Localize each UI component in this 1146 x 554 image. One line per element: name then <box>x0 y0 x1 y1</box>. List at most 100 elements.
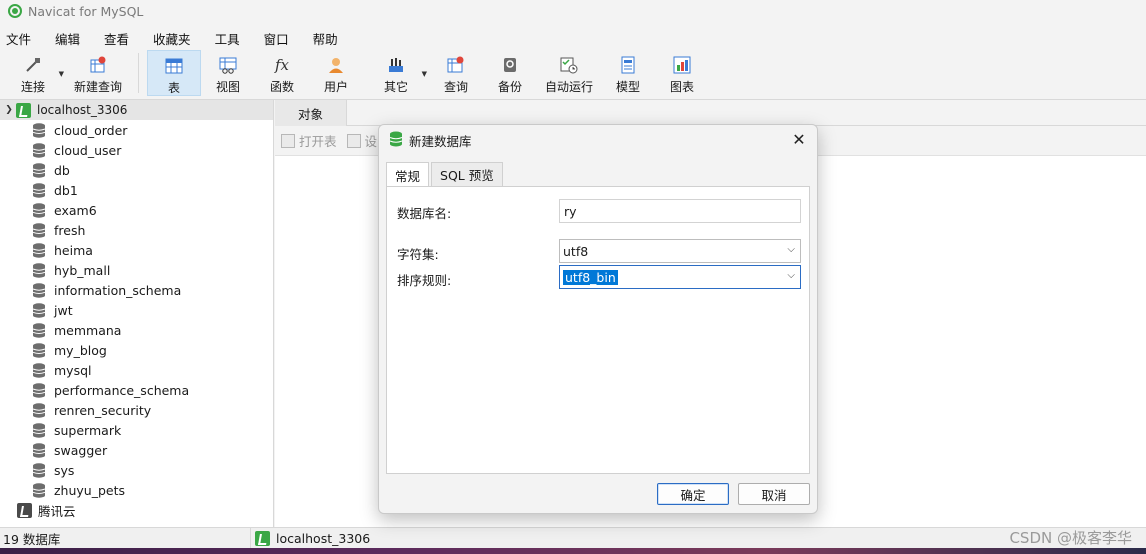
chevron-down-icon[interactable]: ❯ <box>2 105 16 115</box>
function-label: 函数 <box>269 80 294 94</box>
menu-window[interactable]: 窗口 <box>264 29 289 48</box>
design-table-icon <box>346 133 361 148</box>
design-table-button[interactable]: 设 <box>346 131 378 150</box>
tab-sql-preview[interactable]: SQL 预览 <box>431 162 503 186</box>
database-icon <box>32 322 46 338</box>
backup-button[interactable]: 备份 <box>483 50 537 96</box>
database-item[interactable]: cloud_user <box>0 140 273 160</box>
toolbar-separator <box>138 53 139 93</box>
database-icon <box>32 282 46 298</box>
database-count: 19 数据库 <box>3 531 61 547</box>
automation-icon <box>560 56 578 74</box>
tab-objects[interactable]: 对象 <box>275 100 347 126</box>
model-icon <box>619 56 637 74</box>
watermark: CSDN @极客李华 <box>1009 529 1132 547</box>
charset-select[interactable]: utf8 ⌵ <box>559 239 801 263</box>
user-icon <box>327 56 345 74</box>
collation-select[interactable]: utf8_bin ⌵ <box>559 265 801 289</box>
database-label: sys <box>54 462 75 478</box>
database-item[interactable]: mysql <box>0 360 273 380</box>
close-icon[interactable]: ✕ <box>789 130 809 150</box>
other-button[interactable]: 其它 ▼ <box>369 50 427 96</box>
design-table-label: 设 <box>364 134 378 149</box>
database-item[interactable]: swagger <box>0 440 273 460</box>
tab-general[interactable]: 常规 <box>386 162 430 187</box>
view-icon <box>219 56 237 74</box>
database-item[interactable]: cloud_order <box>0 120 273 140</box>
database-item[interactable]: hyb_mall <box>0 260 273 280</box>
database-icon <box>32 342 46 358</box>
database-label: db <box>54 162 70 178</box>
dialog-title: 新建数据库 <box>409 133 472 149</box>
navicat-logo-icon <box>8 4 22 18</box>
database-icon <box>32 382 46 398</box>
mysql-connection-icon <box>255 530 270 546</box>
database-item[interactable]: fresh <box>0 220 273 240</box>
database-item[interactable]: heima <box>0 240 273 260</box>
cancel-button[interactable]: 取消 <box>738 483 810 505</box>
user-label: 用户 <box>323 80 348 94</box>
database-icon <box>32 202 46 218</box>
general-panel: 数据库名: ry 字符集: utf8 ⌵ 排序规则: utf8_bin ⌵ <box>386 186 810 474</box>
database-item[interactable]: exam6 <box>0 200 273 220</box>
ok-button[interactable]: 确定 <box>657 483 729 505</box>
database-item[interactable]: renren_security <box>0 400 273 420</box>
database-item[interactable]: performance_schema <box>0 380 273 400</box>
query-button[interactable]: 查询 <box>429 50 483 96</box>
database-label: renren_security <box>54 402 152 418</box>
database-label: information_schema <box>54 282 182 298</box>
model-button[interactable]: 模型 <box>601 50 655 96</box>
database-label: heima <box>54 242 93 258</box>
menu-view[interactable]: 查看 <box>104 29 129 48</box>
database-icon <box>389 131 403 150</box>
database-item[interactable]: memmana <box>0 320 273 340</box>
database-item[interactable]: my_blog <box>0 340 273 360</box>
connection-localhost[interactable]: ❯ localhost_3306 <box>0 100 273 120</box>
database-icon <box>32 162 46 178</box>
charset-label: 字符集: <box>397 247 439 262</box>
menu-edit[interactable]: 编辑 <box>55 29 80 48</box>
database-item[interactable]: information_schema <box>0 280 273 300</box>
menu-favorites[interactable]: 收藏夹 <box>153 29 191 48</box>
chevron-down-icon: ⌵ <box>787 270 795 281</box>
other-dropdown-icon[interactable]: ▼ <box>422 70 427 78</box>
database-item[interactable]: jwt <box>0 300 273 320</box>
database-icon <box>32 142 46 158</box>
collation-value: utf8_bin <box>563 269 618 285</box>
database-name-input[interactable]: ry <box>559 199 801 223</box>
database-item[interactable]: supermark <box>0 420 273 440</box>
database-item[interactable]: db1 <box>0 180 273 200</box>
database-label: supermark <box>54 422 122 438</box>
open-table-label: 打开表 <box>299 134 337 149</box>
table-button[interactable]: 表 <box>147 50 201 96</box>
open-table-icon <box>281 133 295 148</box>
open-table-button[interactable]: 打开表 <box>281 131 337 150</box>
user-button[interactable]: 用户 <box>309 50 363 96</box>
database-item[interactable]: sys <box>0 460 273 480</box>
view-button[interactable]: 视图 <box>201 50 255 96</box>
object-tab-bar: 对象 <box>275 100 1146 126</box>
dialog-title-bar: 新建数据库 ✕ <box>379 125 817 155</box>
database-label: swagger <box>54 442 108 458</box>
database-icon <box>32 442 46 458</box>
mysql-connection-icon <box>16 102 31 118</box>
function-button[interactable]: fx 函数 <box>255 50 309 96</box>
database-label: jwt <box>54 302 73 318</box>
title-bar: Navicat for MySQL <box>0 0 1146 22</box>
menu-tools[interactable]: 工具 <box>215 29 240 48</box>
chart-button[interactable]: 图表 <box>655 50 709 96</box>
menu-file[interactable]: 文件 <box>6 29 31 48</box>
new-query-button[interactable]: 新建查询 <box>66 50 130 96</box>
chart-icon <box>673 56 691 74</box>
menu-help[interactable]: 帮助 <box>313 29 338 48</box>
connect-button[interactable]: 连接 ▼ <box>6 50 64 96</box>
database-item[interactable]: zhuyu_pets <box>0 480 273 500</box>
connect-dropdown-icon[interactable]: ▼ <box>59 70 64 78</box>
database-item[interactable]: db <box>0 160 273 180</box>
new-database-dialog: 新建数据库 ✕ 常规 SQL 预览 数据库名: ry 字符集: utf8 ⌵ 排… <box>378 124 818 514</box>
automation-button[interactable]: 自动运行 <box>537 50 601 96</box>
database-label: memmana <box>54 322 122 338</box>
connection-tencent-cloud[interactable]: 腾讯云 <box>0 500 273 520</box>
table-icon <box>165 57 183 75</box>
model-label: 模型 <box>615 80 640 94</box>
